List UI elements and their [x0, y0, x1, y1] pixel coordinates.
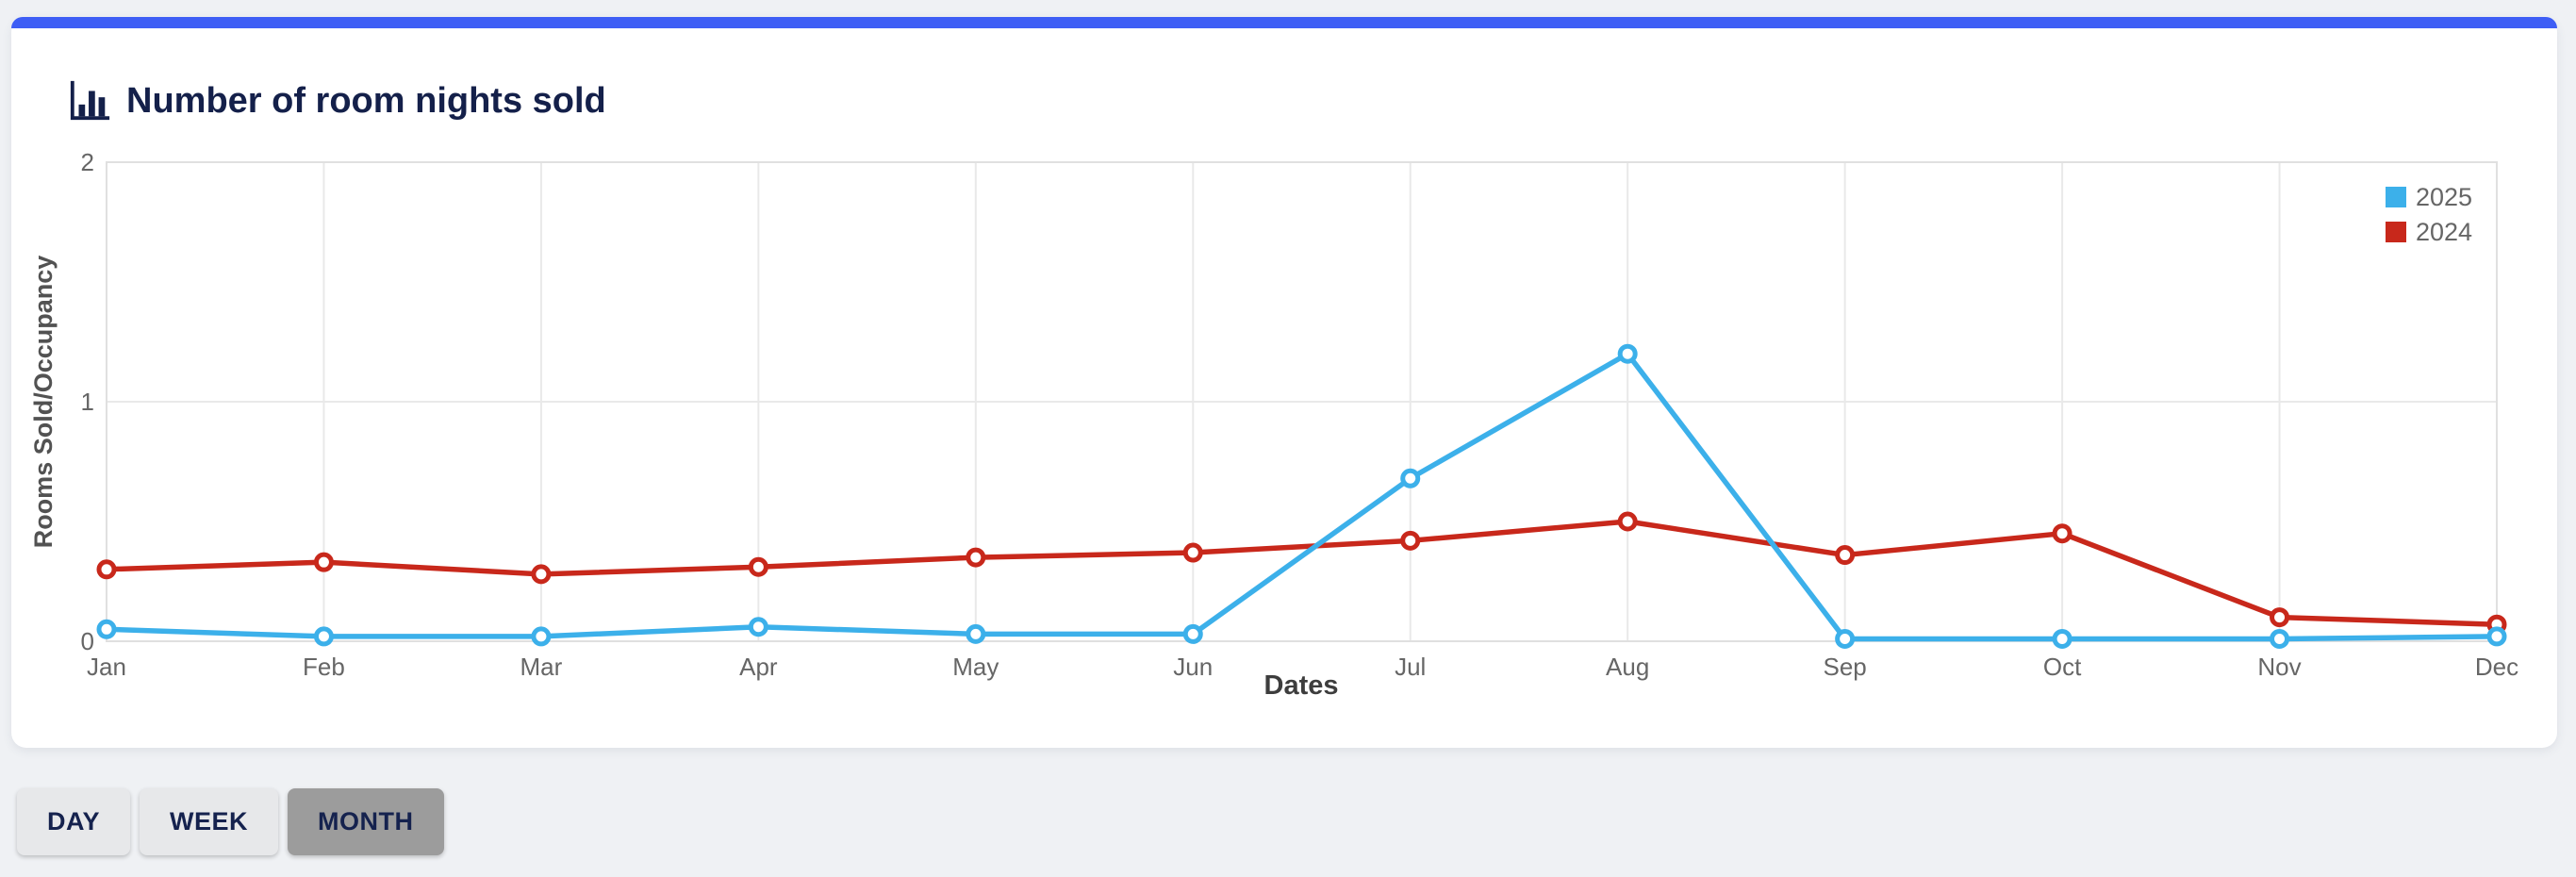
range-button-week[interactable]: WEEK	[140, 788, 278, 855]
legend-label-2025: 2025	[2416, 187, 2472, 207]
data-point-2025-Dec[interactable]	[2489, 629, 2504, 644]
data-point-2025-Nov[interactable]	[2272, 631, 2287, 646]
data-point-2024-May[interactable]	[968, 550, 983, 565]
range-toggle-group: DAYWEEKMONTH	[17, 788, 444, 855]
data-point-2024-Jun[interactable]	[1185, 545, 1200, 560]
data-point-2025-Jul[interactable]	[1403, 471, 1418, 486]
legend-item-2024[interactable]: 2024	[2386, 222, 2472, 242]
data-point-2024-Apr[interactable]	[751, 559, 766, 574]
legend-item-2025[interactable]: 2025	[2386, 187, 2472, 207]
legend-swatch-2024	[2386, 222, 2406, 242]
data-point-2025-Sep[interactable]	[1838, 631, 1853, 646]
data-point-2024-Mar[interactable]	[534, 567, 549, 582]
legend-swatch-2025	[2386, 187, 2406, 207]
line-chart-canvas[interactable]	[0, 0, 2576, 877]
data-point-2025-Apr[interactable]	[751, 620, 766, 635]
data-point-2025-Mar[interactable]	[534, 629, 549, 644]
page: { "card": { "title": "Number of room nig…	[0, 0, 2576, 877]
legend-label-2024: 2024	[2416, 222, 2472, 242]
data-point-2025-Aug[interactable]	[1620, 346, 1635, 361]
data-point-2025-Oct[interactable]	[2055, 631, 2070, 646]
series-line-2025	[107, 354, 2497, 638]
series-line-2024	[107, 521, 2497, 624]
data-point-2024-Sep[interactable]	[1838, 548, 1853, 563]
data-point-2024-Aug[interactable]	[1620, 514, 1635, 529]
data-point-2025-Feb[interactable]	[316, 629, 331, 644]
range-button-day[interactable]: DAY	[17, 788, 130, 855]
chart: 012 JanFebMarAprMayJunJulAugSepOctNovDec…	[0, 0, 2576, 877]
data-point-2024-Oct[interactable]	[2055, 526, 2070, 541]
data-point-2024-Jan[interactable]	[99, 562, 114, 577]
data-point-2025-Jun[interactable]	[1185, 626, 1200, 641]
data-point-2025-May[interactable]	[968, 626, 983, 641]
data-point-2025-Jan[interactable]	[99, 621, 114, 637]
legend: 2025 2024	[2386, 187, 2472, 256]
data-point-2024-Jul[interactable]	[1403, 533, 1418, 548]
data-point-2024-Nov[interactable]	[2272, 610, 2287, 625]
data-point-2024-Feb[interactable]	[316, 554, 331, 570]
range-button-month[interactable]: MONTH	[288, 788, 443, 855]
